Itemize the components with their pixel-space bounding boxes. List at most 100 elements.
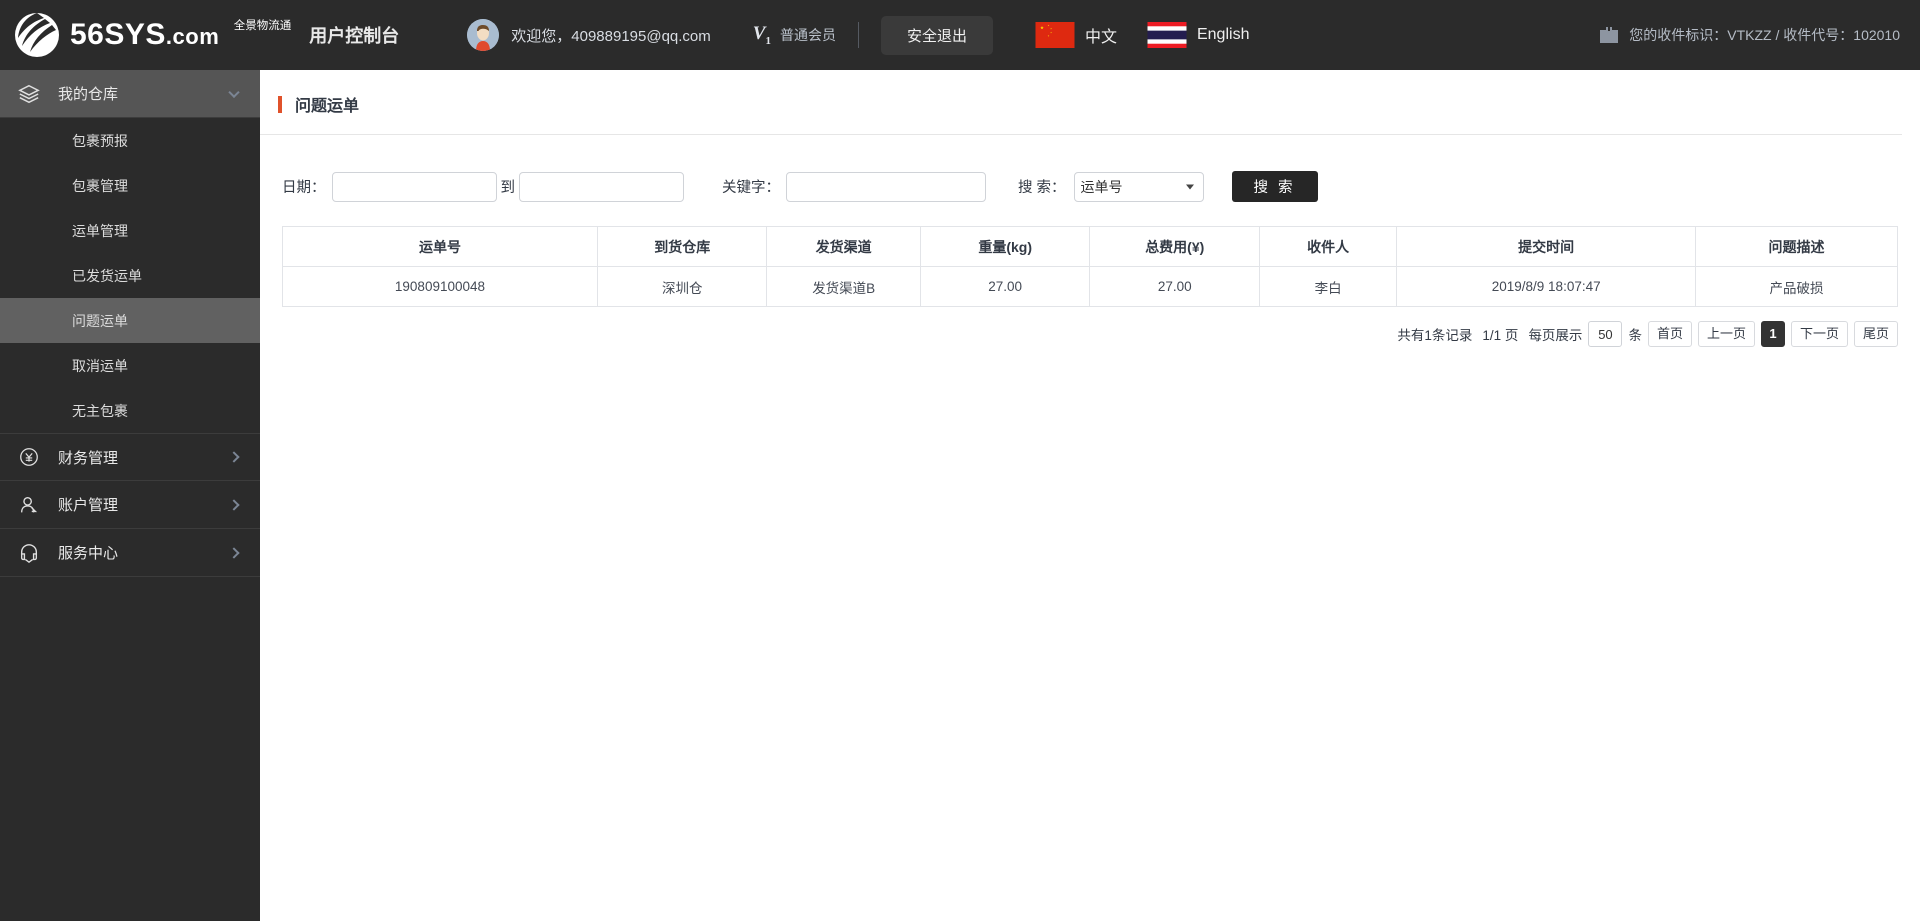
col-weight: 重量(kg) bbox=[920, 226, 1091, 267]
sidebar-item-label: 包裹管理 bbox=[72, 177, 128, 194]
sidebar-item-package-forecast[interactable]: 包裹预报 bbox=[0, 118, 260, 163]
cell-warehouse: 深圳仓 bbox=[597, 266, 768, 307]
console-title: 用户控制台 bbox=[309, 26, 400, 46]
per-page-unit: 条 bbox=[1628, 328, 1642, 343]
cell-weight: 27.00 bbox=[920, 266, 1091, 307]
cell-submit-time: 2019/8/9 18:07:47 bbox=[1396, 266, 1697, 307]
sidebar-nav: 我的仓库 包裹预报 包裹管理 运单管理 已发货运单 问题运单 取消运单 无主包裹… bbox=[0, 70, 260, 921]
date-label: 日期： bbox=[282, 180, 326, 196]
main-content: 问题运单 日期： 到 关键字： 搜 索： 运单号 搜 索 运单号 到货仓库 发货… bbox=[260, 70, 1920, 921]
sidebar-item-label: 已发货运单 bbox=[72, 267, 142, 284]
sidebar-item-label: 无主包裹 bbox=[72, 402, 128, 419]
sidebar-item-label: 包裹预报 bbox=[72, 132, 128, 149]
col-total-fee: 总费用(¥) bbox=[1089, 226, 1261, 267]
search-by-select[interactable]: 运单号 bbox=[1073, 171, 1204, 202]
package-box-icon bbox=[1600, 27, 1619, 43]
sidebar-group-label: 我的仓库 bbox=[58, 86, 119, 103]
sidebar-group-label: 财务管理 bbox=[58, 449, 119, 467]
logo-text-dotcom: .com bbox=[165, 24, 220, 49]
date-to-input[interactable] bbox=[519, 171, 684, 202]
col-receiver: 收件人 bbox=[1259, 226, 1398, 267]
cell-waybill-no[interactable]: 190809100048 bbox=[282, 266, 598, 307]
sidebar-group-label: 账户管理 bbox=[58, 497, 119, 514]
sidebar-item-problem-waybill[interactable]: 问题运单 bbox=[0, 298, 260, 343]
prev-page-button[interactable]: 上一页 bbox=[1697, 321, 1755, 347]
waybill-table-wrap: 运单号 到货仓库 发货渠道 重量(kg) 总费用(¥) 收件人 提交时间 问题描… bbox=[260, 202, 1920, 307]
per-page-label: 每页展示 bbox=[1528, 328, 1583, 343]
membership-label: 普通会员 bbox=[779, 26, 836, 43]
header-divider bbox=[857, 22, 859, 48]
language-label-en: English bbox=[1196, 26, 1250, 43]
welcome-text: 欢迎您，409889195@qq.com bbox=[511, 27, 711, 45]
next-page-button[interactable]: 下一页 bbox=[1790, 321, 1848, 347]
sidebar-group-my-warehouse[interactable]: 我的仓库 bbox=[0, 70, 260, 118]
col-channel: 发货渠道 bbox=[766, 226, 921, 267]
cell-channel: 发货渠道B bbox=[766, 266, 921, 307]
chevron-right-icon bbox=[228, 498, 240, 511]
logo-superscript: 全景物流通 bbox=[233, 20, 292, 32]
user-icon bbox=[16, 492, 42, 518]
search-button[interactable]: 搜 索 bbox=[1231, 171, 1318, 202]
page-header: 问题运单 bbox=[260, 70, 1902, 135]
page-number-button-1[interactable]: 1 bbox=[1760, 321, 1785, 347]
sidebar-item-waybill-manage[interactable]: 运单管理 bbox=[0, 208, 260, 253]
sidebar-group-account[interactable]: 账户管理 bbox=[0, 481, 260, 529]
sidebar-item-package-manage[interactable]: 包裹管理 bbox=[0, 163, 260, 208]
membership-level: V1 普通会员 bbox=[753, 23, 836, 47]
sidebar-item-label: 取消运单 bbox=[72, 357, 128, 374]
avatar[interactable] bbox=[467, 19, 500, 51]
yen-circle-icon bbox=[16, 444, 42, 470]
vip-badge-icon: V1 bbox=[752, 23, 771, 47]
last-page-button[interactable]: 尾页 bbox=[1853, 321, 1898, 347]
sidebar-group-finance[interactable]: 财务管理 bbox=[0, 433, 260, 481]
accent-bar bbox=[278, 95, 282, 113]
keyword-input[interactable] bbox=[786, 171, 986, 202]
search-by-label: 搜 索： bbox=[1018, 180, 1066, 196]
cell-receiver: 李白 bbox=[1259, 266, 1398, 307]
logo-text-main: 56SYS bbox=[70, 18, 166, 51]
chevron-right-icon bbox=[228, 451, 240, 463]
flag-thailand-icon bbox=[1147, 22, 1187, 48]
brand-logo[interactable]: 56SYS.com 全景物流通 bbox=[14, 12, 291, 58]
logo-wordmark: 56SYS.com 全景物流通 bbox=[70, 20, 291, 50]
sidebar-item-label: 问题运单 bbox=[72, 312, 128, 329]
col-warehouse: 到货仓库 bbox=[597, 226, 768, 267]
top-header-bar: 56SYS.com 全景物流通 用户控制台 欢迎您，409889195@qq.c… bbox=[0, 0, 1920, 70]
waybill-table: 运单号 到货仓库 发货渠道 重量(kg) 总费用(¥) 收件人 提交时间 问题描… bbox=[282, 226, 1898, 307]
col-issue-desc: 问题描述 bbox=[1695, 226, 1898, 267]
sidebar-item-cancelled-waybill[interactable]: 取消运单 bbox=[0, 343, 260, 388]
sidebar-group-label: 服务中心 bbox=[58, 545, 119, 562]
cell-issue-desc: 产品破损 bbox=[1769, 280, 1824, 296]
sidebar-item-shipped-waybill[interactable]: 已发货运单 bbox=[0, 253, 260, 298]
table-row: 190809100048 深圳仓 发货渠道B 27.00 27.00 李白 20… bbox=[282, 266, 1898, 307]
total-records-text: 共有1条记录 bbox=[1397, 328, 1473, 343]
chevron-down-icon bbox=[228, 86, 240, 98]
chevron-right-icon bbox=[228, 546, 240, 559]
table-header-row: 运单号 到货仓库 发货渠道 重量(kg) 总费用(¥) 收件人 提交时间 问题描… bbox=[282, 226, 1898, 267]
page-title: 问题运单 bbox=[295, 98, 360, 115]
pagination: 共有1条记录 1/1 页 每页展示 条 首页 上一页 1 下一页 尾页 bbox=[260, 307, 1920, 347]
logout-button[interactable]: 安全退出 bbox=[880, 15, 993, 55]
language-switch-cn[interactable]: 中文 bbox=[1035, 22, 1117, 48]
sidebar-group-service-center[interactable]: 服务中心 bbox=[0, 529, 260, 577]
page-position-text: 1/1 页 bbox=[1482, 328, 1519, 343]
per-page-input[interactable] bbox=[1588, 321, 1623, 347]
keyword-label: 关键字： bbox=[722, 180, 780, 196]
language-switch-en[interactable]: English bbox=[1147, 22, 1249, 48]
flag-china-icon bbox=[1035, 22, 1075, 48]
sidebar-item-unclaimed-package[interactable]: 无主包裹 bbox=[0, 388, 260, 433]
filter-bar: 日期： 到 关键字： 搜 索： 运单号 搜 索 bbox=[260, 135, 1920, 202]
date-between-label: 到 bbox=[500, 180, 516, 196]
first-page-button[interactable]: 首页 bbox=[1647, 321, 1692, 347]
headset-icon bbox=[16, 540, 42, 566]
sidebar-item-label: 运单管理 bbox=[72, 222, 128, 239]
layers-icon bbox=[16, 81, 42, 107]
language-label-cn: 中文 bbox=[1084, 29, 1117, 46]
col-waybill-no: 运单号 bbox=[282, 226, 598, 267]
logo-swoosh-icon bbox=[14, 12, 60, 58]
date-from-input[interactable] bbox=[331, 171, 497, 202]
col-submit-time: 提交时间 bbox=[1396, 226, 1697, 267]
cell-total-fee: 27.00 bbox=[1089, 266, 1261, 307]
receiver-identity-text: 您的收件标识：VTKZZ / 收件代号：102010 bbox=[1629, 27, 1900, 43]
receiver-identity-info: 您的收件标识：VTKZZ / 收件代号：102010 bbox=[1599, 25, 1900, 45]
